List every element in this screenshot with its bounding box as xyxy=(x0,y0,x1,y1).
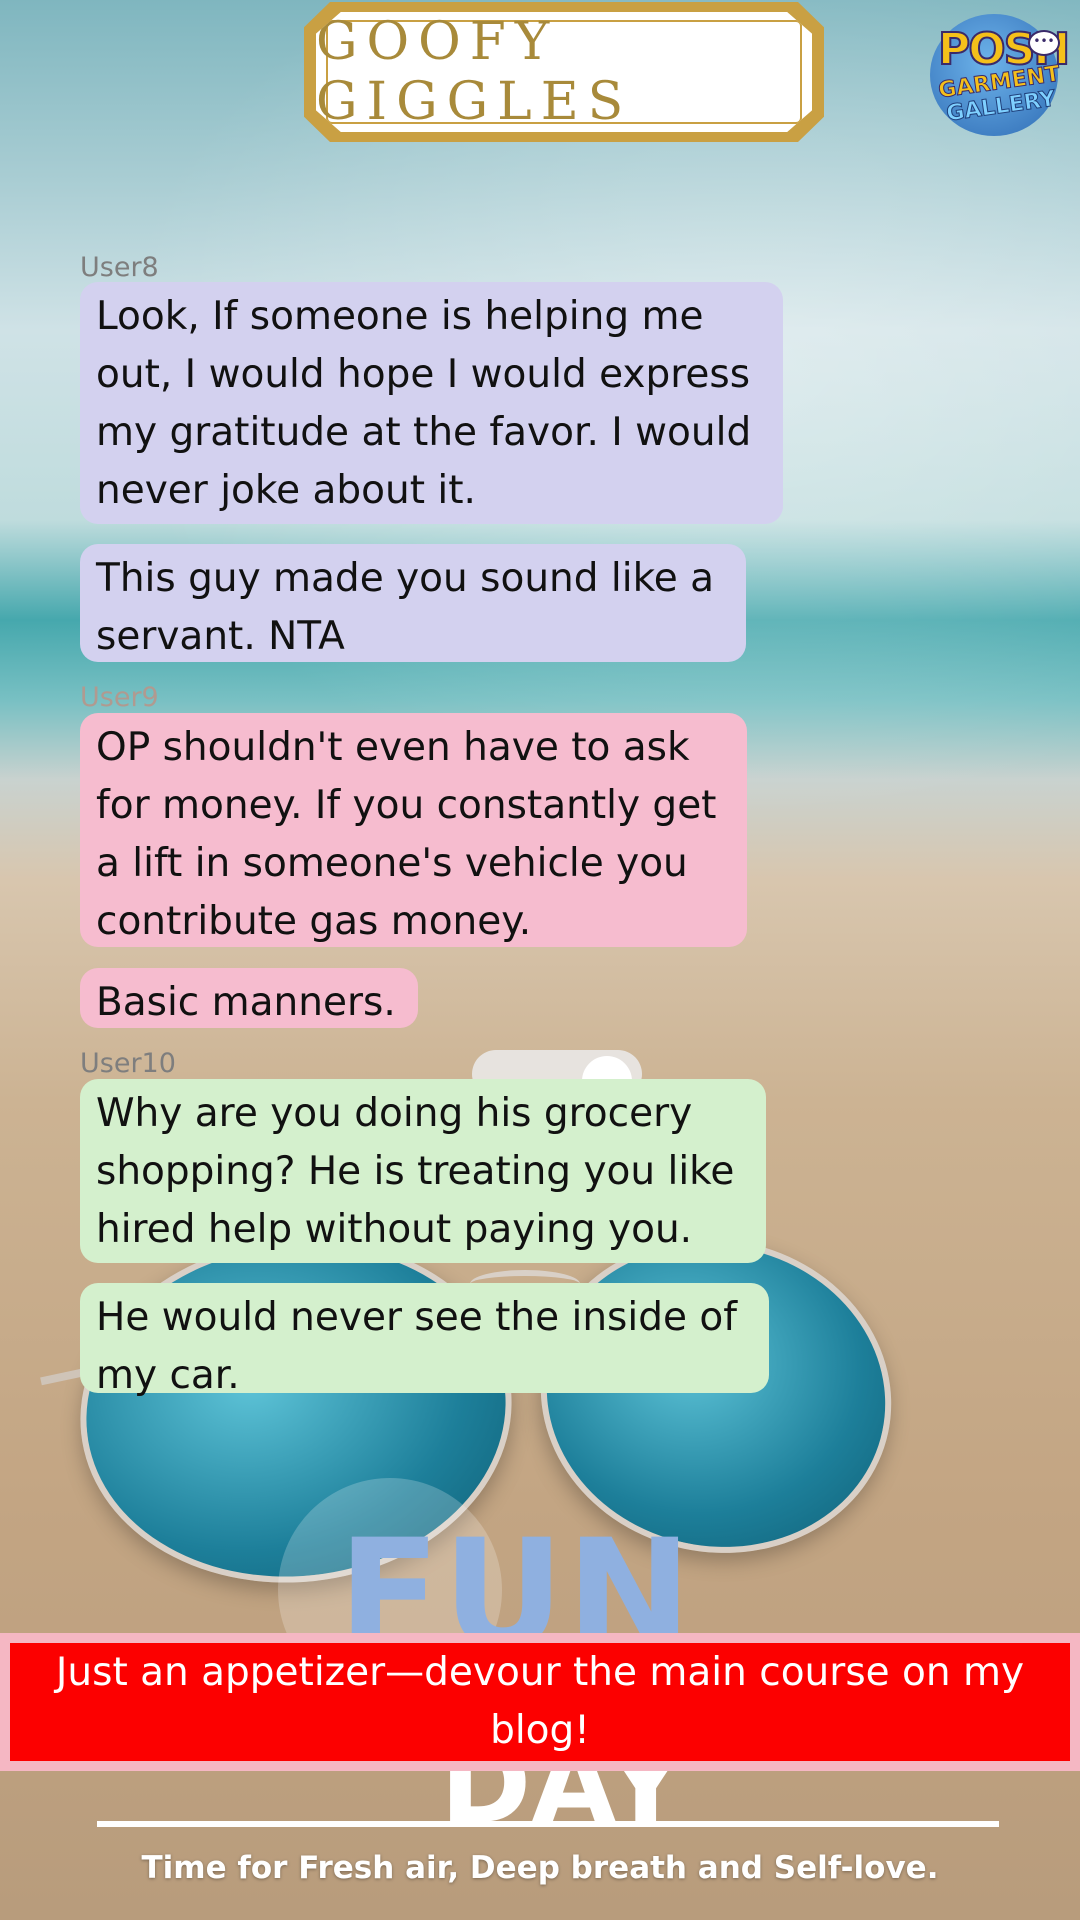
chat-message: Look, If someone is helping me out, I wo… xyxy=(80,282,783,524)
chat-message: OP shouldn't even have to ask for money.… xyxy=(80,713,747,947)
chat-message: He would never see the inside of my car. xyxy=(80,1283,769,1398)
brand-logo[interactable]: POSH GARMENT GALLERY ••• xyxy=(930,14,1071,136)
footer-tagline: Time for Fresh air, Deep breath and Self… xyxy=(141,1850,939,1886)
chat-message: Basic manners. xyxy=(80,968,418,1028)
page-title: GOOFY GIGGLES xyxy=(316,12,633,132)
footer-divider xyxy=(97,1821,999,1827)
chat-username: User10 xyxy=(80,1048,176,1079)
chat-message: This guy made you sound like a servant. … xyxy=(80,544,746,662)
title-plaque: GOOFY GIGGLES xyxy=(304,2,824,142)
title-plaque-inner: GOOFY GIGGLES xyxy=(316,12,812,132)
chat-username: User9 xyxy=(80,682,159,713)
speech-bubble-icon: ••• xyxy=(1028,30,1060,56)
cta-banner[interactable]: Just an appetizer—devour the main course… xyxy=(0,1633,1080,1771)
cta-banner-text[interactable]: Just an appetizer—devour the main course… xyxy=(10,1643,1070,1761)
chat-username: User8 xyxy=(80,252,159,283)
chat-message: Why are you doing his grocery shopping? … xyxy=(80,1079,766,1263)
